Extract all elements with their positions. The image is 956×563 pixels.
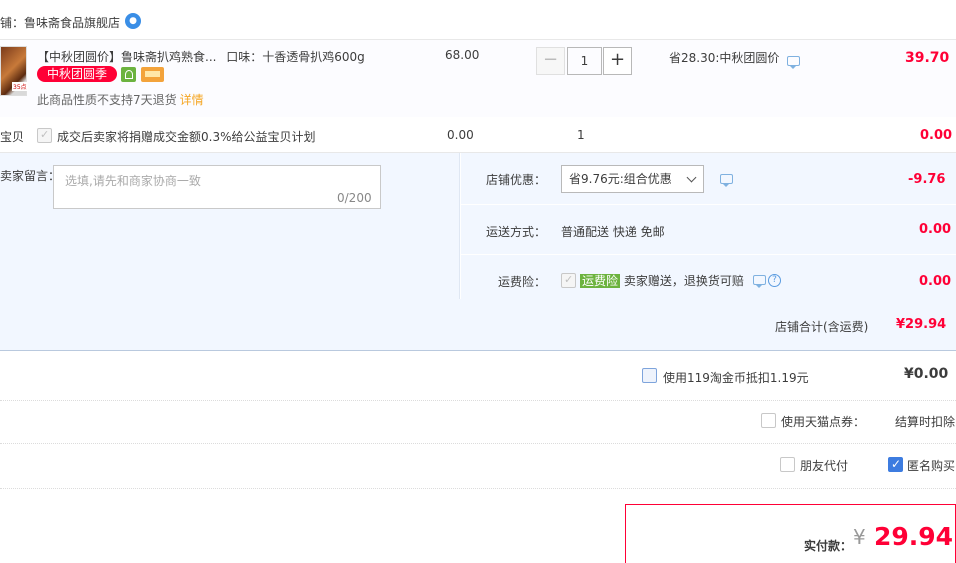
payment-label: 实付款： <box>804 539 853 553</box>
insurance-label: 运费险： <box>498 275 547 289</box>
order-options-panel: 店铺优惠： 省9.76元:组合优惠 -9.76 运送方式： 普通配送 快递 免邮… <box>461 153 956 299</box>
service-badge-icon[interactable] <box>121 67 136 82</box>
divider <box>0 443 956 444</box>
points-label: 使用天猫点券： <box>781 415 866 429</box>
insurance-checkbox <box>561 273 576 288</box>
no-return-text: 此商品性质不支持7天退货 <box>37 93 177 107</box>
points-checkbox[interactable] <box>761 413 776 428</box>
card-badge-icon[interactable] <box>141 67 164 82</box>
charity-row: 宝贝 成交后卖家将捐赠成交金额0.3%给公益宝贝计划 0.00 1 0.00 <box>0 117 956 153</box>
details-link[interactable]: 详情 <box>180 93 204 107</box>
quantity-input[interactable]: 1 <box>567 47 602 75</box>
friend-pay-label[interactable]: 朋友代付 <box>800 457 848 474</box>
shipping-amount: 0.00 <box>919 222 952 237</box>
message-label: 卖家留言： <box>0 169 61 183</box>
thumbnail-tag: 35点 <box>12 82 28 91</box>
message-placeholder: 选填,请先和商家协商一致 <box>65 174 201 188</box>
friend-pay-checkbox[interactable] <box>780 457 795 472</box>
coins-checkbox[interactable] <box>642 368 657 383</box>
comment-icon[interactable] <box>720 174 733 187</box>
no-return-notice: 此商品性质不支持7天退货 详情 <box>37 91 204 108</box>
shipping-method: 普通配送 快递 免邮 <box>561 225 665 239</box>
comment-icon[interactable] <box>753 275 766 288</box>
discount-info: 省28.30:中秋团圆价 <box>669 51 780 65</box>
chevron-down-icon <box>686 172 697 183</box>
charity-checkbox <box>37 128 52 143</box>
wangwang-chat-icon[interactable]: ● <box>125 13 141 29</box>
shipping-label: 运送方式： <box>486 225 547 239</box>
payment-currency: ¥ <box>853 525 866 549</box>
discount-select[interactable]: 省9.76元:组合优惠 <box>561 165 704 193</box>
quantity-increase-button[interactable]: + <box>603 47 632 75</box>
coins-amount: ¥0.00 <box>904 366 949 382</box>
anonymous-checkbox[interactable] <box>888 457 903 472</box>
shop-name[interactable]: 铺：鲁味斋食品旗舰店 <box>0 14 120 31</box>
discount-selected: 省9.76元:组合优惠 <box>569 172 672 186</box>
payment-summary: 实付款： ¥ 29.94 <box>625 504 956 563</box>
insurance-info: 运费险 卖家赠送，退换货可赔 <box>580 272 744 289</box>
seller-message-input[interactable]: 选填,请先和商家协商一致 0/200 <box>53 165 381 209</box>
divider <box>461 204 956 205</box>
promo-badge: 中秋团圆季 <box>37 66 117 82</box>
points-note: 结算时扣除 <box>895 415 956 429</box>
payment-amount: 29.94 <box>874 522 954 551</box>
quantity-decrease-button[interactable]: − <box>536 47 565 75</box>
product-title[interactable]: 【中秋团圆价】鲁味斋扒鸡熟食... 口味：十香透骨扒鸡600g <box>37 48 365 65</box>
insurance-tag: 运费险 <box>580 274 621 288</box>
insurance-amount: 0.00 <box>919 274 952 289</box>
shop-header: 铺：鲁味斋食品旗舰店 ● <box>0 0 956 40</box>
coins-label: 使用119淘金币抵扣1.19元 <box>663 371 809 385</box>
anonymous-label[interactable]: 匿名购买 <box>907 457 955 474</box>
discount-label: 店铺优惠： <box>486 173 547 187</box>
insurance-text: 卖家赠送，退换货可赔 <box>623 274 744 288</box>
message-panel: 卖家留言： 选填,请先和商家协商一致 0/200 <box>0 153 460 299</box>
charity-text: 成交后卖家将捐赠成交金额0.3%给公益宝贝计划 <box>57 130 316 144</box>
help-icon[interactable]: ? <box>768 274 781 287</box>
charity-qty: 1 <box>577 128 585 142</box>
shop-total-label: 店铺合计(含运费) <box>775 320 869 334</box>
shop-total-row: 店铺合计(含运费) ¥29.94 <box>0 299 956 351</box>
shop-total-amount: ¥29.94 <box>896 317 947 332</box>
charity-total: 0.00 <box>920 128 953 143</box>
order-item-row: 35点 【中秋团圆价】鲁味斋扒鸡熟食... 口味：十香透骨扒鸡600g 中秋团圆… <box>0 40 956 117</box>
product-flavor: 口味：十香透骨扒鸡600g <box>226 50 365 64</box>
item-subtotal: 39.70 <box>905 50 950 66</box>
comment-icon[interactable] <box>787 56 800 69</box>
unit-price: 68.00 <box>445 48 480 62</box>
product-name[interactable]: 【中秋团圆价】鲁味斋扒鸡熟食... <box>37 50 216 64</box>
message-char-count: 0/200 <box>337 191 372 205</box>
divider <box>0 400 956 401</box>
divider <box>461 254 956 255</box>
divider <box>0 488 956 489</box>
charity-price: 0.00 <box>447 128 474 142</box>
charity-label: 宝贝 <box>0 130 25 144</box>
discount-amount: -9.76 <box>908 172 946 187</box>
